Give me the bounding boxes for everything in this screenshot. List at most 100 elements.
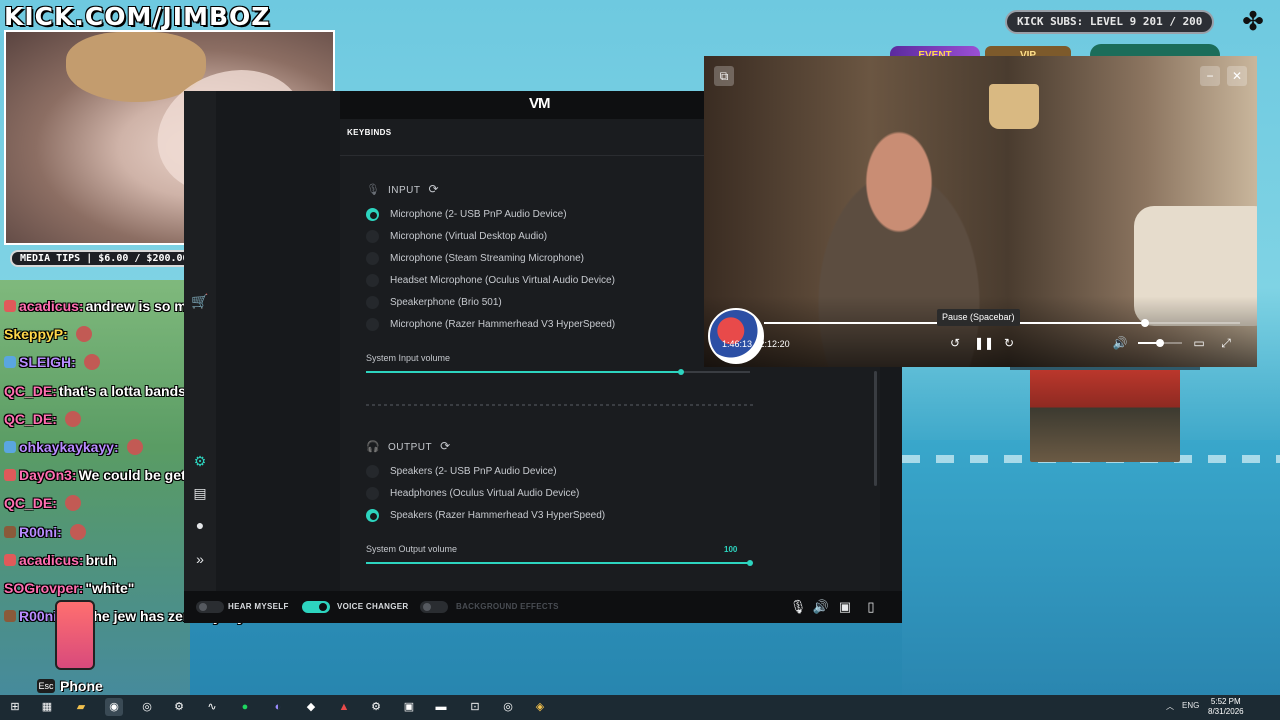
document-icon[interactable]: ▤: [190, 483, 210, 503]
chat-username: SOGrovper:: [4, 579, 84, 596]
device-option[interactable]: Microphone (Razer Hammerhead V3 HyperSpe…: [366, 316, 615, 332]
device-option[interactable]: Headset Microphone (Oculus Virtual Audio…: [366, 272, 615, 288]
input-volume-knob[interactable]: [678, 369, 684, 375]
device-label: Microphone (2- USB PnP Audio Device): [390, 208, 567, 220]
device-label: Speakerphone (Brio 501): [390, 296, 502, 308]
output-title: OUTPUT: [388, 442, 433, 453]
device-option[interactable]: Microphone (Virtual Desktop Audio): [366, 228, 547, 244]
control-panel-icon[interactable]: ▣: [400, 698, 418, 716]
refresh-output-icon[interactable]: ⟳: [440, 439, 451, 453]
device-radio[interactable]: [366, 251, 379, 265]
output-volume-value: 100: [724, 545, 738, 554]
hear-myself-toggle[interactable]: [196, 601, 224, 613]
device-option[interactable]: Headphones (Oculus Virtual Audio Device): [366, 485, 579, 501]
volume-icon[interactable]: 🔊: [1112, 335, 1128, 351]
device-radio[interactable]: [366, 486, 379, 500]
app-icon[interactable]: ◆: [302, 698, 320, 716]
discord-icon[interactable]: ◐: [269, 698, 287, 716]
obs-icon[interactable]: ◉: [105, 698, 123, 716]
keybinds-tab[interactable]: KEYBINDS: [347, 128, 392, 137]
volume-knob[interactable]: [1156, 339, 1164, 347]
device-radio[interactable]: [366, 295, 379, 309]
chrome-icon[interactable]: ◎: [138, 698, 156, 716]
chat-emote-icon: [126, 439, 143, 456]
chat-badge-icon: [4, 525, 16, 538]
picture-in-picture-icon[interactable]: ⧉: [714, 66, 734, 86]
device-radio[interactable]: [366, 464, 379, 478]
phone-icon[interactable]: [55, 600, 95, 670]
device-radio[interactable]: [366, 317, 379, 331]
task-view-icon[interactable]: ▦: [38, 698, 56, 716]
settings-gear-icon[interactable]: ⚙: [190, 451, 210, 471]
start-windows-icon[interactable]: ⊞: [6, 698, 24, 716]
captions-icon[interactable]: ▭: [1191, 335, 1207, 351]
mobile-icon[interactable]: ▯: [862, 598, 880, 616]
terminal-icon[interactable]: ▬: [432, 698, 450, 716]
controls-shade: [704, 296, 1257, 367]
chat-badge-icon: [4, 441, 16, 454]
user-icon[interactable]: ●: [190, 515, 210, 535]
kick-subs-logo-icon: ✤: [1242, 6, 1264, 36]
kick-subs-goal: KICK SUBS: LEVEL 9 201 / 200: [1005, 10, 1215, 34]
speaker-icon[interactable]: 🔊: [812, 598, 830, 616]
close-icon[interactable]: ✕: [1227, 66, 1247, 86]
chat-badge-icon: [4, 610, 16, 623]
hear-myself-label: HEAR MYSELF: [228, 602, 289, 611]
output-section-header: 🎧 OUTPUT ⟳: [366, 439, 451, 453]
device-option[interactable]: Speakerphone (Brio 501): [366, 294, 502, 310]
background-shrine: [1010, 352, 1200, 462]
rewind-icon[interactable]: ↺: [947, 335, 963, 351]
device-option[interactable]: Microphone (2- USB PnP Audio Device): [366, 206, 567, 222]
output-volume-knob[interactable]: [747, 560, 753, 566]
chat-username: SkeppyP:: [4, 326, 68, 343]
tray-chevron-icon[interactable]: ︿: [1166, 701, 1174, 712]
background-effects-knob: [423, 603, 431, 611]
expand-chevron-icon[interactable]: »: [190, 549, 210, 569]
voicemod-bottom-bar: HEAR MYSELF VOICE CHANGER BACKGROUND EFF…: [184, 591, 902, 623]
output-volume-fill: [366, 562, 750, 564]
background-effects-toggle[interactable]: [420, 601, 448, 613]
device-option[interactable]: Microphone (Steam Streaming Microphone): [366, 250, 584, 266]
input-volume-slider[interactable]: [366, 369, 750, 375]
device-radio[interactable]: [366, 273, 379, 287]
chat-username: R00ni:: [19, 523, 62, 540]
fullscreen-icon[interactable]: ⤢: [1218, 335, 1234, 351]
video-player[interactable]: ⧉ − ✕ Pause (Spacebar) 1:46:13 / 2:12:20…: [704, 56, 1257, 367]
device-option[interactable]: Speakers (Razer Hammerhead V3 HyperSpeed…: [366, 507, 605, 523]
minimize-icon[interactable]: −: [1200, 66, 1220, 86]
output-volume-slider[interactable]: [366, 560, 753, 566]
chat-badge-icon: [4, 553, 16, 566]
settings-taskbar-icon[interactable]: ⚙: [367, 698, 385, 716]
store-cart-icon[interactable]: 🛒: [190, 291, 210, 311]
device-label: Microphone (Steam Streaming Microphone): [390, 252, 584, 264]
device-radio[interactable]: [366, 207, 379, 221]
volume-slider[interactable]: [1138, 339, 1182, 347]
steam-icon[interactable]: ⚙: [170, 698, 188, 716]
adobe-icon[interactable]: ▲: [335, 698, 353, 716]
voice-changer-toggle[interactable]: [302, 601, 330, 613]
panel-scrollbar[interactable]: [874, 371, 877, 486]
pause-icon[interactable]: ❚❚: [974, 335, 994, 351]
voicemod-taskbar-icon[interactable]: ∿: [203, 698, 221, 716]
game-icon[interactable]: ◈: [531, 698, 549, 716]
microphone-icon[interactable]: 🎙: [789, 598, 807, 616]
voicemod-sidebar: 🛒 ⚙ ▤ ● »: [184, 91, 216, 623]
device-radio[interactable]: [366, 229, 379, 243]
esc-key-hint: Esc: [37, 679, 55, 693]
device-label: Speakers (2- USB PnP Audio Device): [390, 465, 557, 477]
soundboard-icon[interactable]: ▣: [836, 598, 854, 616]
spotify-icon[interactable]: ●: [236, 698, 254, 716]
clock-time: 5:52 PM: [1210, 697, 1241, 706]
clock[interactable]: 5:52 PM 8/31/2026: [1208, 697, 1244, 717]
language-indicator[interactable]: ENG: [1182, 701, 1199, 710]
file-explorer-icon[interactable]: ▰: [72, 698, 90, 716]
device-option[interactable]: Speakers (2- USB PnP Audio Device): [366, 463, 557, 479]
browser-icon[interactable]: ◎: [499, 698, 517, 716]
forward-icon[interactable]: ↻: [1001, 335, 1017, 351]
network-icon[interactable]: ⊡: [466, 698, 484, 716]
headphones-icon: 🎧: [366, 441, 381, 453]
refresh-input-icon[interactable]: ⟳: [429, 182, 440, 196]
seek-knob[interactable]: [1141, 319, 1149, 327]
input-volume-label: System Input volume: [366, 353, 451, 363]
device-radio[interactable]: [366, 508, 379, 522]
